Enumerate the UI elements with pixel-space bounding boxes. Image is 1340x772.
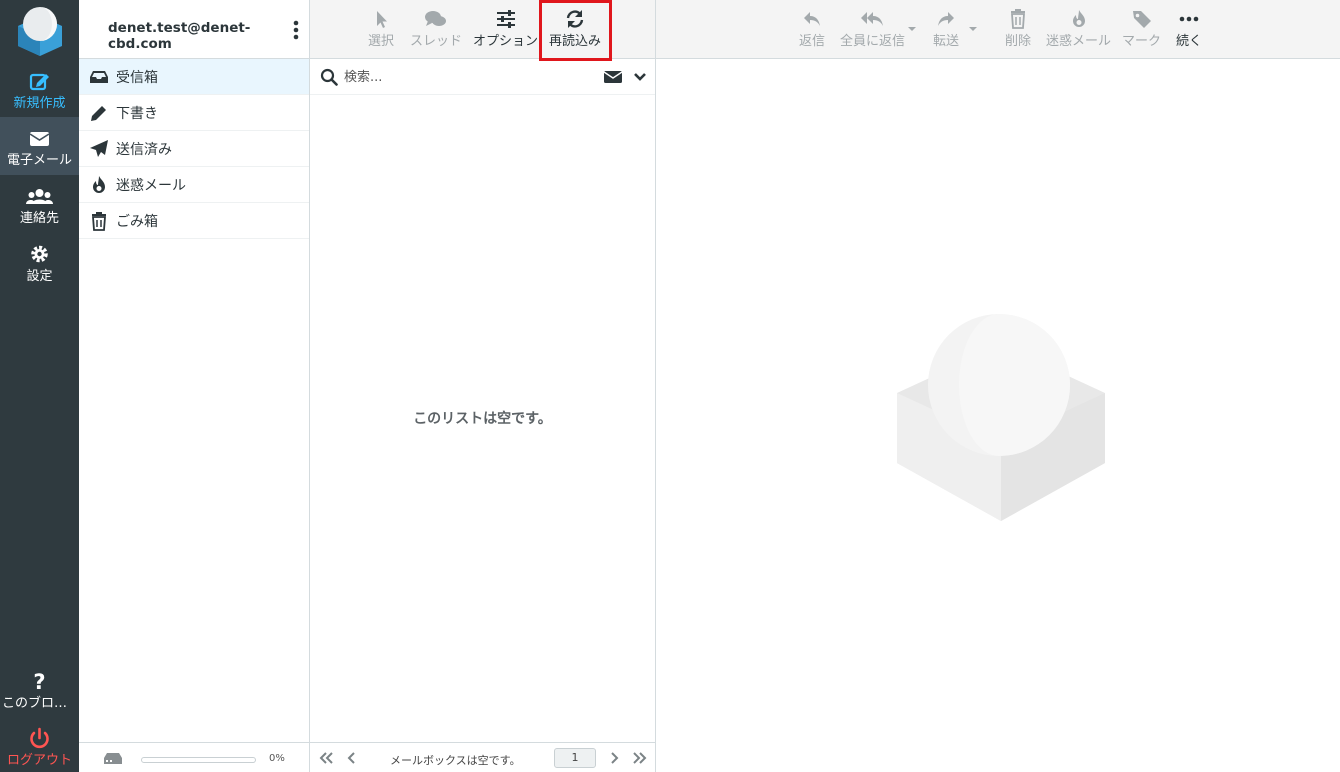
fire-icon (1072, 10, 1085, 27)
question-icon: ? (33, 670, 45, 692)
nav-mail[interactable]: 電子メール (0, 117, 79, 175)
junk-button[interactable]: 迷惑メール (1046, 8, 1111, 49)
mailbox-status: メールボックスは空です。 (390, 754, 521, 767)
quota-percent: 0% (269, 753, 285, 764)
options-button[interactable]: オプション (473, 8, 538, 49)
previous-page-icon[interactable] (342, 749, 362, 767)
quota-bar: 0% (79, 742, 309, 772)
folder-name: 下書き (116, 106, 158, 122)
envelope-icon (29, 132, 50, 146)
ellipsis-icon (1179, 16, 1199, 22)
nav-contacts[interactable]: 連絡先 (0, 175, 79, 233)
webmail-app: 新規作成 電子メール 連絡先 設定 ? このブログ... ログアウト denet… (0, 0, 1340, 772)
nav-logout-label: ログアウト (6, 753, 72, 768)
hard-drive-icon (104, 753, 122, 764)
nav-settings[interactable]: 設定 (0, 233, 79, 291)
roundcube-logo (18, 7, 62, 56)
nav-mail-label: 電子メール (6, 153, 72, 168)
refresh-highlight-box (539, 0, 612, 61)
search-icon (320, 68, 338, 86)
reply-all-icon (860, 12, 883, 26)
paper-plane-icon (90, 140, 108, 157)
last-page-icon[interactable] (630, 749, 650, 767)
roundcube-watermark (897, 314, 1105, 521)
account-email: denet.test@denet-cbd.com (108, 20, 251, 52)
mark-label: マーク (1122, 34, 1162, 49)
reply-button[interactable]: 返信 (799, 8, 825, 49)
folder-pane: denet.test@denet-cbd.com 受信箱 下書き 送信済み 迷惑… (79, 0, 310, 772)
trash-icon (92, 212, 106, 231)
nav-contacts-label: 連絡先 (19, 211, 59, 226)
folder-name: ごみ箱 (116, 214, 158, 230)
list-toolbar: 選択 スレッド オプション 再読込み (310, 0, 655, 61)
next-page-icon[interactable] (604, 749, 624, 767)
kebab-menu-icon[interactable] (291, 19, 301, 41)
more-button[interactable]: 続く (1176, 8, 1202, 49)
reply-all-dropdown-icon[interactable] (907, 25, 917, 33)
sliders-icon (496, 10, 515, 28)
pointer-icon (377, 11, 387, 28)
comments-icon (425, 11, 446, 26)
delete-label: 削除 (1005, 34, 1032, 49)
reply-icon (804, 12, 820, 26)
junk-label: 迷惑メール (1046, 34, 1112, 49)
folder-junk[interactable]: 迷惑メール (79, 167, 309, 203)
svg-text:?: ? (33, 670, 45, 692)
first-page-icon[interactable] (316, 749, 336, 767)
main-nav: 新規作成 電子メール 連絡先 設定 ? このブログ... ログアウト (0, 0, 79, 772)
quota-progress (141, 757, 256, 763)
tag-icon (1132, 11, 1151, 28)
pencil-icon (91, 106, 106, 121)
threads-button[interactable]: スレッド (410, 8, 462, 49)
folder-drafts[interactable]: 下書き (79, 95, 309, 131)
compose-icon (29, 73, 49, 91)
message-list-pane: 選択 スレッド オプション 再読込み 検索... このリストは空です。 メールボ… (310, 0, 656, 772)
reply-label: 返信 (799, 34, 826, 49)
list-pager: メールボックスは空です。 1 (310, 742, 655, 772)
folder-header: denet.test@denet-cbd.com (79, 0, 309, 59)
reply-all-button[interactable]: 全員に返信 (840, 8, 905, 49)
nav-compose-label: 新規作成 (13, 96, 66, 111)
nav-settings-label: 設定 (26, 269, 53, 284)
empty-list-message: このリストは空です。 (413, 411, 552, 427)
forward-dropdown-icon[interactable] (968, 25, 978, 33)
users-icon (26, 189, 53, 204)
folder-inbox[interactable]: 受信箱 (79, 59, 309, 95)
search-input[interactable] (344, 66, 584, 88)
message-toolbar: 返信 全員に返信 転送 削除 迷惑メール マーク 続く (656, 0, 1340, 59)
select-label: 選択 (368, 34, 395, 49)
page-number-input[interactable]: 1 (554, 748, 596, 768)
folder-trash[interactable]: ごみ箱 (79, 203, 309, 239)
folder-name: 迷惑メール (116, 178, 186, 194)
fire-icon (93, 176, 105, 193)
preview-pane: 返信 全員に返信 転送 削除 迷惑メール マーク 続く (656, 0, 1340, 772)
delete-button[interactable]: 削除 (1005, 8, 1031, 49)
reply-all-label: 全員に返信 (840, 34, 906, 49)
nav-help[interactable]: ? このブログ... (0, 660, 79, 718)
trash-icon (1011, 9, 1025, 29)
folder-name: 送信済み (116, 142, 172, 158)
nav-logout[interactable]: ログアウト (0, 717, 79, 772)
forward-button[interactable]: 転送 (933, 8, 959, 49)
forward-icon (938, 12, 954, 26)
nav-compose[interactable]: 新規作成 (0, 60, 79, 118)
options-label: オプション (473, 34, 539, 49)
forward-label: 転送 (933, 34, 960, 49)
folder-sent[interactable]: 送信済み (79, 131, 309, 167)
more-label: 続く (1176, 34, 1203, 49)
envelope-filter-icon[interactable] (603, 70, 623, 84)
power-icon (30, 727, 49, 749)
search-bar (310, 59, 655, 95)
chevron-down-icon[interactable] (633, 71, 647, 83)
nav-help-label: このブログ... (2, 696, 79, 711)
select-button[interactable]: 選択 (368, 8, 394, 49)
inbox-icon (90, 71, 108, 83)
threads-label: スレッド (410, 34, 463, 49)
mark-button[interactable]: マーク (1122, 8, 1161, 49)
folder-name: 受信箱 (116, 70, 158, 86)
gear-icon (31, 245, 48, 263)
